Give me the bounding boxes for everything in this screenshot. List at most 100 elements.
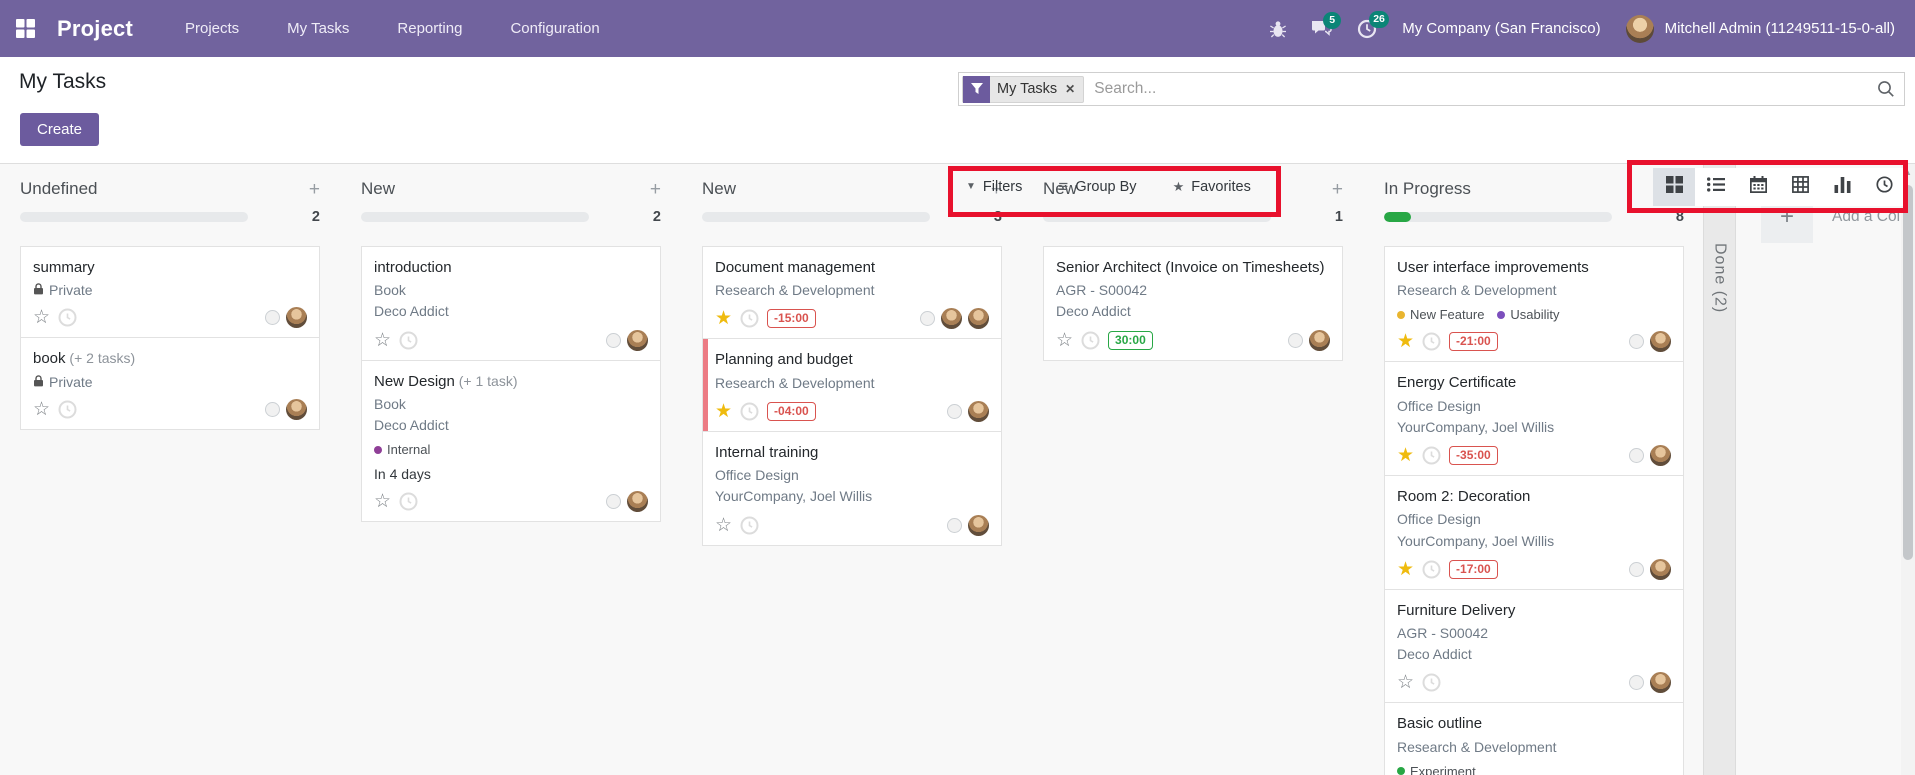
assignee-avatar[interactable] (968, 514, 989, 536)
activity-clock-icon[interactable] (1422, 446, 1441, 465)
nav-menu-item-my-tasks[interactable]: My Tasks (287, 20, 349, 37)
activity-clock-icon[interactable] (58, 400, 77, 419)
app-brand[interactable]: Project (57, 16, 133, 42)
add-card-button[interactable]: + (650, 180, 661, 199)
kanban-state-circle[interactable] (920, 311, 935, 327)
tag-new-feature[interactable]: New Feature (1397, 307, 1484, 322)
favorite-star-icon[interactable]: ☆ (1056, 331, 1073, 350)
scroll-up-icon[interactable]: ▲ (1904, 168, 1912, 177)
activity-clock-icon[interactable] (740, 516, 759, 535)
assignee-avatar[interactable] (627, 329, 648, 351)
kanban-card[interactable]: Furniture Delivery AGR - S00042 Deco Addic… (1384, 588, 1684, 704)
favorite-star-icon[interactable]: ☆ (374, 492, 391, 511)
group-by-button[interactable]: ≡ Group By (1058, 178, 1136, 195)
column-progress-bar[interactable] (361, 212, 589, 222)
hours-badge[interactable]: -21:00 (1449, 332, 1498, 352)
filters-button[interactable]: ▼ Filters (966, 179, 1022, 195)
kanban-state-circle[interactable] (947, 403, 962, 419)
favorite-star-icon[interactable]: ★ (1397, 332, 1414, 351)
scrollbar-thumb[interactable] (1903, 185, 1913, 560)
favorite-star-icon[interactable]: ☆ (374, 331, 391, 350)
kanban-state-circle[interactable] (265, 310, 280, 326)
hours-badge[interactable]: -35:00 (1449, 446, 1498, 466)
kanban-state-circle[interactable] (606, 332, 621, 348)
graph-view-button[interactable] (1821, 168, 1863, 206)
kanban-card[interactable]: Basic outline Research & Development Exper… (1384, 702, 1684, 775)
favorite-star-icon[interactable]: ★ (1397, 446, 1414, 465)
kanban-state-circle[interactable] (265, 401, 280, 417)
tag-internal[interactable]: Internal (374, 442, 430, 457)
assignee-avatar[interactable] (286, 307, 307, 329)
nav-menu-item-reporting[interactable]: Reporting (397, 20, 462, 37)
favorite-star-icon[interactable]: ☆ (1397, 673, 1414, 692)
add-card-button[interactable]: + (1332, 180, 1343, 199)
kanban-state-circle[interactable] (947, 517, 962, 533)
kanban-card[interactable]: User interface improvements Research & De… (1384, 246, 1684, 363)
assignee-avatar[interactable] (941, 308, 962, 330)
kanban-card[interactable]: book (+ 2 tasks) Private ☆ (20, 337, 320, 430)
column-progress-bar[interactable] (20, 212, 248, 222)
hours-badge[interactable]: -04:00 (767, 401, 816, 421)
favorite-star-icon[interactable]: ★ (1397, 560, 1414, 579)
kanban-card[interactable]: Energy Certificate Office Design YourCompa… (1384, 361, 1684, 477)
bug-icon[interactable] (1270, 20, 1287, 38)
user-menu[interactable]: Mitchell Admin (11249511-15-0-all) (1665, 20, 1895, 37)
apps-grid-icon[interactable] (16, 19, 35, 38)
company-switcher[interactable]: My Company (San Francisco) (1402, 20, 1600, 37)
activity-clock-icon[interactable] (740, 402, 759, 421)
tag-usability[interactable]: Usability (1497, 307, 1560, 322)
activity-clock-icon[interactable] (58, 308, 77, 327)
assignee-avatar[interactable] (1650, 445, 1671, 467)
hours-badge[interactable]: -17:00 (1449, 559, 1498, 579)
kanban-card[interactable]: Senior Architect (Invoice on Timesheets)… (1043, 246, 1343, 361)
activity-view-button[interactable] (1863, 168, 1905, 206)
kanban-state-circle[interactable] (606, 494, 621, 510)
activity-clock-icon[interactable] (1422, 673, 1441, 692)
kanban-card[interactable]: New Design (+ 1 task) Book Deco Addict Inte… (361, 359, 661, 523)
search-filter-chip[interactable]: My Tasks ✕ (962, 75, 1085, 103)
kanban-state-circle[interactable] (1629, 334, 1644, 350)
add-column-label[interactable]: Add a Col (1832, 208, 1900, 226)
assignee-avatar[interactable] (968, 308, 989, 330)
kanban-card[interactable]: introduction Book Deco Addict ☆ (361, 246, 661, 361)
activity-clock-icon[interactable] (399, 331, 418, 350)
kanban-state-circle[interactable] (1288, 332, 1303, 348)
kanban-card[interactable]: Planning and budget Research & Developmen… (702, 338, 1002, 432)
assignee-avatar[interactable] (1650, 672, 1671, 694)
kanban-view-button[interactable] (1653, 168, 1695, 206)
assignee-avatar[interactable] (1650, 331, 1671, 353)
assignee-avatar[interactable] (968, 400, 989, 422)
create-button[interactable]: Create (20, 113, 100, 146)
activity-clock-icon[interactable] (1422, 332, 1441, 351)
favorite-star-icon[interactable]: ★ (715, 309, 732, 328)
activity-clock-icon[interactable] (1422, 560, 1441, 579)
column-progress-bar[interactable] (1384, 212, 1612, 222)
assignee-avatar[interactable] (1309, 329, 1330, 351)
column-progress-bar[interactable] (702, 212, 930, 222)
favorite-star-icon[interactable]: ★ (715, 402, 732, 421)
search-icon[interactable] (1877, 80, 1895, 98)
tag-experiment[interactable]: Experiment (1397, 764, 1476, 775)
favorites-button[interactable]: ★ Favorites (1173, 179, 1251, 195)
close-icon[interactable]: ✕ (1064, 82, 1083, 96)
pivot-view-button[interactable] (1779, 168, 1821, 206)
kanban-card[interactable]: Internal training Office Design YourCompan… (702, 430, 1002, 546)
kanban-card[interactable]: summary Private ☆ (20, 246, 320, 339)
activities-clock-icon[interactable]: 26 (1357, 10, 1389, 39)
list-view-button[interactable] (1695, 168, 1737, 206)
nav-menu-item-projects[interactable]: Projects (185, 20, 239, 37)
favorite-star-icon[interactable]: ☆ (33, 400, 50, 419)
kanban-card[interactable]: Room 2: Decoration Office Design YourCompa… (1384, 475, 1684, 590)
activity-clock-icon[interactable] (399, 492, 418, 511)
activity-clock-icon[interactable] (1081, 331, 1100, 350)
collapsed-column-done[interactable]: ↔ Done (2) (1703, 164, 1736, 775)
assignee-avatar[interactable] (627, 491, 648, 513)
kanban-card[interactable]: Document management Research & Developmen… (702, 246, 1002, 340)
favorite-star-icon[interactable]: ☆ (715, 516, 732, 535)
assignee-avatar[interactable] (286, 398, 307, 420)
messages-icon[interactable]: 5 (1311, 11, 1342, 38)
kanban-state-circle[interactable] (1629, 561, 1644, 577)
add-card-button[interactable]: + (309, 180, 320, 199)
hours-badge[interactable]: -15:00 (767, 309, 816, 329)
vertical-scrollbar[interactable]: ▲ (1901, 164, 1915, 775)
